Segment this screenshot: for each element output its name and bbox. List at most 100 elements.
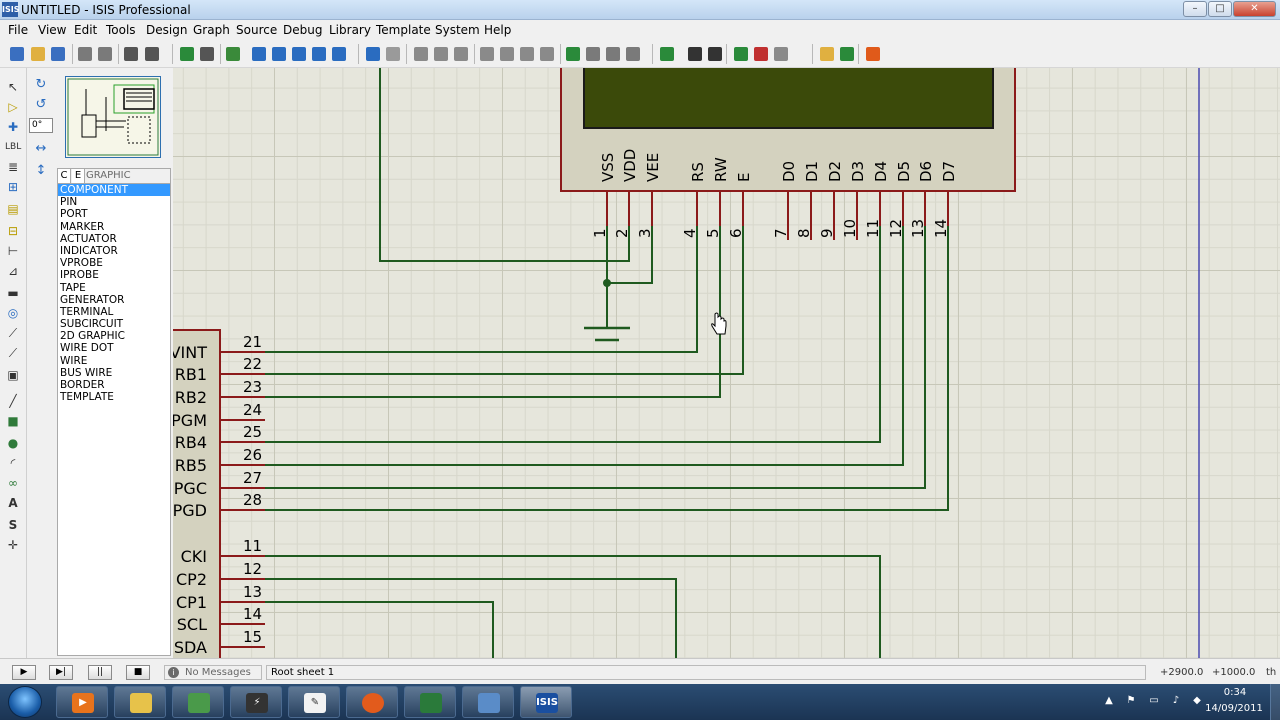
pan-icon[interactable] (252, 47, 266, 61)
menu-view[interactable]: View (38, 23, 66, 37)
overview-window[interactable] (65, 76, 161, 158)
component-mode-icon[interactable]: ▷ (5, 100, 21, 114)
mode-item-pin[interactable]: PIN (58, 196, 170, 208)
wire-autorouter-icon[interactable] (660, 47, 674, 61)
property-assign-icon[interactable] (708, 47, 722, 61)
mode-item-iprobe[interactable]: IPROBE (58, 269, 170, 281)
taskbar-tool[interactable]: ⚡ (230, 686, 282, 718)
bus-icon[interactable]: ⊞ (5, 180, 21, 194)
mode-item-generator[interactable]: GENERATOR (58, 294, 170, 306)
rotate-ccw-icon[interactable]: ↺ (33, 98, 49, 112)
pick-device-icon[interactable] (566, 47, 580, 61)
redo-icon[interactable] (386, 47, 400, 61)
mode-item-template[interactable]: TEMPLATE (58, 391, 170, 403)
mode-item-actuator[interactable]: ACTUATOR (58, 233, 170, 245)
pause-button[interactable]: || (88, 665, 112, 680)
menu-library[interactable]: Library (329, 23, 371, 37)
origin-icon[interactable] (226, 47, 240, 61)
mode-item-terminal[interactable]: TERMINAL (58, 306, 170, 318)
message-panel[interactable]: i No Messages (164, 665, 262, 680)
generator-icon[interactable]: ◎ (5, 306, 21, 320)
open-icon[interactable] (31, 47, 45, 61)
arc-icon[interactable]: ◜ (5, 456, 21, 470)
current-probe-icon[interactable]: ⟋ (5, 346, 21, 360)
save-icon[interactable] (51, 47, 65, 61)
export-icon[interactable] (98, 47, 112, 61)
mode-item-vprobe[interactable]: VPROBE (58, 257, 170, 269)
zoom-in-icon[interactable] (272, 47, 286, 61)
maximize-button[interactable]: □ (1208, 1, 1232, 17)
voltage-probe-icon[interactable]: ⟋ (5, 326, 21, 340)
goto-sheet-icon[interactable] (774, 47, 788, 61)
mode-item-tape[interactable]: TAPE (58, 282, 170, 294)
block-rotate-icon[interactable] (520, 47, 534, 61)
mode-item-border[interactable]: BORDER (58, 379, 170, 391)
menu-source[interactable]: Source (236, 23, 277, 37)
line-icon[interactable]: ╱ (5, 394, 21, 408)
text-script-icon[interactable]: ≣ (5, 160, 21, 174)
menu-help[interactable]: Help (484, 23, 511, 37)
menu-design[interactable]: Design (146, 23, 187, 37)
block-delete-icon[interactable] (540, 47, 554, 61)
tab-components[interactable]: C (58, 169, 71, 183)
taskbar-isis[interactable]: ISIS (520, 686, 572, 718)
copy-icon[interactable] (434, 47, 448, 61)
graph-mode-icon[interactable]: ⊿ (5, 264, 21, 278)
tray-expand-icon[interactable]: ▲ (1103, 695, 1115, 707)
mode-item-subcircuit[interactable]: SUBCIRCUIT (58, 318, 170, 330)
mode-item-port[interactable]: PORT (58, 208, 170, 220)
close-button[interactable]: ✕ (1233, 1, 1276, 17)
bom-icon[interactable] (820, 47, 834, 61)
mode-item-marker[interactable]: MARKER (58, 221, 170, 233)
clock-date[interactable]: 14/09/2011 (1200, 703, 1268, 714)
import-icon[interactable] (78, 47, 92, 61)
menu-tools[interactable]: Tools (106, 23, 136, 37)
terminal-icon[interactable]: ⊟ (5, 224, 21, 238)
taskbar-firefox[interactable] (346, 686, 398, 718)
pin-mode-icon[interactable]: ⊢ (5, 244, 21, 258)
erc-icon[interactable] (840, 47, 854, 61)
menu-debug[interactable]: Debug (283, 23, 322, 37)
mode-item-2d-graphic[interactable]: 2D GRAPHIC (58, 330, 170, 342)
refresh-icon[interactable] (180, 47, 194, 61)
text-icon[interactable]: A (5, 496, 21, 510)
remove-sheet-icon[interactable] (754, 47, 768, 61)
ares-icon[interactable] (866, 47, 880, 61)
virtual-instrument-icon[interactable]: ▣ (5, 368, 21, 382)
rotate-cw-icon[interactable]: ↻ (33, 78, 49, 92)
make-device-icon[interactable] (586, 47, 600, 61)
mode-item-indicator[interactable]: INDICATOR (58, 245, 170, 257)
paste-icon[interactable] (454, 47, 468, 61)
decompose-icon[interactable] (626, 47, 640, 61)
packaging-icon[interactable] (606, 47, 620, 61)
play-button[interactable]: ▶ (12, 665, 36, 680)
rotation-angle-field[interactable]: 0° (29, 118, 53, 133)
path-icon[interactable]: ∞ (5, 476, 21, 490)
menu-file[interactable]: File (8, 23, 28, 37)
step-button[interactable]: ▶| (49, 665, 73, 680)
minimize-button[interactable]: – (1183, 1, 1207, 17)
tray-network-icon[interactable]: ▭ (1148, 695, 1160, 707)
clock-time[interactable]: 0:34 (1212, 687, 1258, 698)
new-sheet-icon[interactable] (734, 47, 748, 61)
wire-label-icon[interactable]: LBL (5, 140, 21, 154)
taskbar-ares[interactable] (404, 686, 456, 718)
schematic-canvas[interactable]: VSS 1 VDD 2 VEE 3 RS 4 RW 5 E 6 D0 7 D1 8 D2 9 D3 10 D4 11 D5 1… (173, 68, 1280, 658)
box-icon[interactable]: ■ (5, 414, 21, 428)
mode-item-bus-wire[interactable]: BUS WIRE (58, 367, 170, 379)
zoom-all-icon[interactable] (312, 47, 326, 61)
undo-icon[interactable] (366, 47, 380, 61)
mirror-x-icon[interactable]: ↔ (33, 142, 49, 156)
stop-button[interactable]: ■ (126, 665, 150, 680)
zoom-area-icon[interactable] (332, 47, 346, 61)
start-button[interactable] (8, 686, 42, 718)
tray-flag-icon[interactable]: ⚑ (1125, 695, 1137, 707)
isis-app-icon[interactable]: ISIS (2, 2, 19, 17)
mode-item-wire[interactable]: WIRE (58, 355, 170, 367)
taskbar-notepad[interactable]: ✎ (288, 686, 340, 718)
grid-icon[interactable] (200, 47, 214, 61)
taskbar-display[interactable] (462, 686, 514, 718)
menu-edit[interactable]: Edit (74, 23, 97, 37)
block-copy-icon[interactable] (480, 47, 494, 61)
symbol-icon[interactable]: S (5, 518, 21, 532)
